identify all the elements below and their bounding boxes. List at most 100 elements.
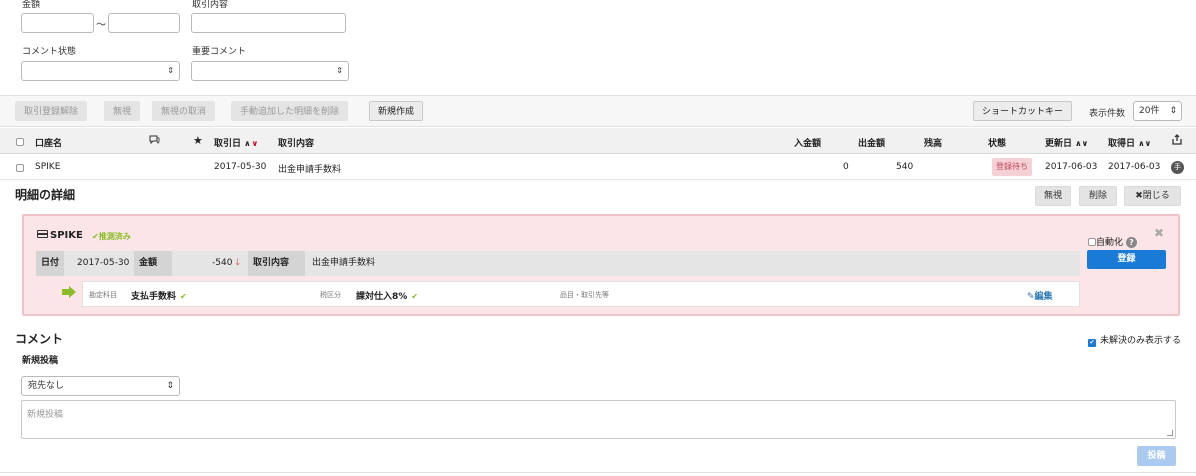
col-updated[interactable]: 更新日 ∧∨ (1045, 136, 1088, 149)
col-updated-label: 更新日 (1045, 139, 1073, 149)
amount-min-input[interactable] (21, 13, 94, 33)
account-item-value: 支払手数料 ✔ (131, 289, 187, 302)
table-row[interactable]: SPIKE 2017-05-30 出金申請手数料 0 540 登録待ち 2017… (0, 155, 1196, 180)
unresolved-only-toggle[interactable]: ✔ 未解決のみ表示する (1088, 333, 1181, 347)
post-button[interactable]: 投稿 (1137, 446, 1176, 466)
tax-label: 税区分 (320, 291, 341, 299)
comment-state-label: コメント状態 (22, 47, 77, 57)
recipient-value: 宛先なし (28, 381, 65, 391)
per-page-value: 20件 (1139, 106, 1160, 116)
col-date[interactable]: 取引日 ∧∨ (214, 136, 258, 149)
upload-icon (1172, 134, 1182, 148)
check-icon: ✔ (411, 292, 418, 301)
manual-entry-icon: 手 (1171, 161, 1184, 174)
row-acquired: 2017-06-03 (1108, 162, 1161, 172)
row-account: SPIKE (35, 162, 61, 172)
col-content[interactable]: 取引内容 (278, 136, 314, 149)
range-tilde: 〜 (96, 20, 106, 31)
select-arrow-icon: ⇕ (167, 66, 174, 75)
content-label: 取引内容 (248, 251, 305, 276)
amount-label: 金額 (22, 0, 41, 10)
checkbox-checked-icon[interactable]: ✔ (1088, 339, 1096, 347)
per-page-label: 表示件数 (1089, 109, 1126, 119)
comment-state-select[interactable]: ⇕ (21, 61, 180, 81)
status-badge: 登録待ち (992, 158, 1032, 176)
automate-toggle[interactable]: 自動化 ? (1088, 235, 1137, 248)
item-partner-label: 品目・取引先等 (560, 291, 609, 299)
card-title: SPIKE (37, 230, 83, 241)
pencil-icon: ✎ (1027, 292, 1035, 302)
ignore-button[interactable]: 無視 (104, 101, 141, 121)
guessed-badge: ✔推測済み (92, 231, 131, 242)
table-header: 口座名 ★ 取引日 ∧∨ 取引内容 入金額 出金額 残高 状態 更新日 ∧∨ 取… (0, 128, 1196, 154)
resize-handle[interactable] (1167, 430, 1173, 436)
detail-close-label: 閉じる (1142, 191, 1170, 201)
detail-delete-button[interactable]: 削除 (1079, 186, 1117, 206)
comment-bubble-icon (149, 135, 160, 147)
select-arrow-icon: ⇕ (166, 381, 174, 391)
account-entry-row: 勘定科目 支払手数料 ✔ 税区分 課対仕入8% ✔ 品目・取引先等 ✎編集 (82, 281, 1080, 307)
filter-panel: 金額 〜 取引内容 コメント状態 ⇕ 重要コメント ⇕ (0, 0, 1196, 96)
account-item-label: 勘定科目 (89, 291, 117, 299)
content-value: 出金申請手数料 (312, 258, 376, 268)
content-label: 取引内容 (192, 0, 229, 10)
new-post-textarea[interactable]: 新規投稿 (21, 400, 1176, 439)
row-withdrawal: 540 (896, 162, 914, 172)
arrow-right-icon (62, 286, 76, 298)
new-post-label: 新規投稿 (22, 356, 59, 366)
check-icon: ✔ (180, 292, 187, 301)
date-value: 2017-05-30 (77, 258, 130, 268)
credit-card-icon (37, 230, 48, 238)
detail-close-button[interactable]: ✖閉じる (1124, 186, 1181, 206)
important-comment-select[interactable]: ⇕ (191, 61, 349, 81)
close-icon[interactable]: ✖ (1154, 226, 1164, 240)
select-all-checkbox[interactable] (16, 138, 24, 146)
comments-title: コメント (15, 332, 64, 346)
edit-link[interactable]: ✎編集 (1027, 289, 1053, 302)
toolbar: 取引登録解除 無視 無視の取消 手動追加した明細を削除 新規作成 ショートカット… (0, 96, 1196, 127)
content-input[interactable] (191, 13, 346, 33)
textarea-placeholder: 新規投稿 (27, 410, 64, 420)
amount-value: -540 🡓 (212, 251, 240, 276)
recipient-select[interactable]: 宛先なし ⇕ (21, 376, 180, 396)
col-balance[interactable]: 残高 (924, 136, 942, 149)
automate-checkbox[interactable] (1088, 238, 1096, 246)
help-icon[interactable]: ? (1125, 237, 1137, 248)
divider (0, 472, 1196, 473)
shortcut-keys-button[interactable]: ショートカットキー (973, 101, 1073, 121)
sort-down-icon: ∨ (251, 139, 259, 148)
col-status[interactable]: 状態 (988, 136, 1006, 149)
date-label: 日付 (36, 251, 65, 276)
create-new-button[interactable]: 新規作成 (369, 101, 424, 121)
account-item-text: 支払手数料 (131, 292, 177, 302)
sort-up-icon: ∧ (244, 139, 251, 148)
automate-label: 自動化 (1096, 238, 1124, 248)
amount-number: -540 (212, 258, 233, 268)
row-deposit: 0 (843, 162, 849, 172)
col-account[interactable]: 口座名 (35, 136, 62, 149)
row-date: 2017-05-30 (214, 162, 267, 172)
transaction-card: SPIKE ✔推測済み 日付 2017-05-30 金額 -540 🡓 取引内容… (22, 214, 1180, 316)
col-date-label: 取引日 (214, 139, 242, 149)
unregister-button[interactable]: 取引登録解除 (15, 101, 88, 121)
register-button[interactable]: 登録 (1087, 250, 1166, 269)
edit-label: 編集 (1034, 292, 1053, 302)
delete-manual-button[interactable]: 手動追加した明細を削除 (231, 101, 349, 121)
unignore-button[interactable]: 無視の取消 (152, 101, 216, 121)
col-withdrawal[interactable]: 出金額 (858, 136, 885, 149)
col-acquired-label: 取得日 (1108, 139, 1136, 149)
important-comment-label: 重要コメント (192, 47, 247, 57)
expense-arrow-icon: 🡓 (235, 258, 240, 268)
tax-value: 課対仕入8% ✔ (356, 289, 418, 302)
close-icon: ✖ (1135, 191, 1143, 201)
guessed-label: 推測済み (98, 232, 131, 241)
per-page-select[interactable]: 20件 ⇕ (1133, 101, 1182, 121)
row-checkbox[interactable] (16, 164, 24, 172)
amount-max-input[interactable] (108, 13, 180, 33)
detail-ignore-button[interactable]: 無視 (1035, 186, 1071, 206)
row-content: 出金申請手数料 (278, 165, 342, 175)
col-acquired[interactable]: 取得日 ∧∨ (1108, 136, 1151, 149)
detail-title: 明細の詳細 (15, 188, 76, 202)
col-deposit[interactable]: 入金額 (794, 136, 821, 149)
sort-down-icon: ∨ (1144, 139, 1152, 148)
